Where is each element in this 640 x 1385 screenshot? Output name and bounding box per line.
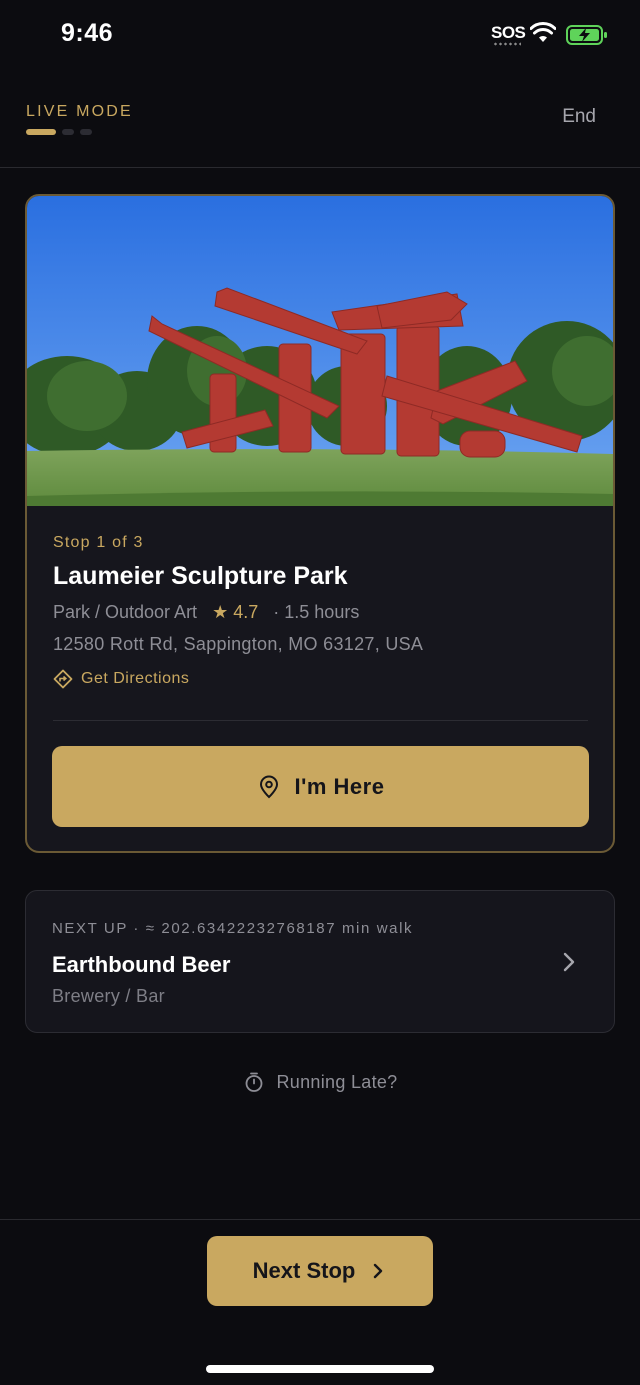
live-mode-screen: 9:46 SOS LIVE MODE End Stop 1 of 3 Laume…	[0, 0, 640, 1385]
stop-rating: 4.7	[233, 602, 259, 622]
get-directions-link[interactable]: Get Directions	[53, 669, 189, 689]
im-here-label: I'm Here	[294, 773, 385, 799]
wifi-icon	[530, 22, 556, 42]
progress-step-1	[26, 129, 56, 135]
signal-dots-icon	[493, 42, 521, 46]
progress-step-2	[62, 129, 74, 135]
current-stop-card: Stop 1 of 3 Laumeier Sculpture Park Park…	[25, 194, 615, 853]
map-pin-icon	[259, 775, 278, 798]
im-here-button[interactable]: I'm Here	[52, 746, 589, 827]
next-up-label: NEXT UP · ≈ 202.63422232768187 min walk	[52, 920, 414, 937]
status-sos: SOS	[491, 23, 526, 42]
stop-name: Laumeier Sculpture Park	[53, 562, 348, 590]
stop-address: 12580 Rott Rd, Sappington, MO 63127, USA	[53, 634, 424, 654]
stopwatch-icon	[245, 1072, 262, 1092]
progress-step-3	[80, 129, 92, 135]
stop-duration: · 1.5 hours	[273, 602, 360, 622]
running-late-link[interactable]: Running Late?	[0, 1071, 640, 1093]
next-up-card[interactable]: NEXT UP · ≈ 202.63422232768187 min walk …	[25, 890, 615, 1033]
home-indicator[interactable]	[206, 1365, 434, 1373]
next-stop-name: Earthbound Beer	[52, 952, 231, 977]
live-mode-label: LIVE MODE	[26, 103, 133, 120]
stop-photo	[27, 196, 613, 506]
directions-icon	[53, 669, 73, 689]
stop-progress-indicator	[26, 129, 92, 135]
stop-meta: Park / Outdoor Art ★ 4.7 · 1.5 hours	[53, 602, 359, 623]
battery-charging-icon	[566, 25, 607, 45]
chevron-right-icon	[374, 1263, 383, 1279]
get-directions-label: Get Directions	[81, 670, 190, 687]
status-bar: 9:46 SOS	[0, 0, 640, 70]
live-mode-header: LIVE MODE End	[0, 70, 640, 168]
card-divider	[53, 720, 588, 721]
stop-category: Park / Outdoor Art	[53, 602, 198, 622]
bottom-action-bar: Next Stop	[0, 1219, 640, 1385]
status-time: 9:46	[61, 19, 114, 47]
next-stop-label: Next Stop	[252, 1258, 356, 1283]
chevron-right-icon	[563, 952, 575, 972]
next-stop-button[interactable]: Next Stop	[207, 1236, 433, 1306]
next-stop-category: Brewery / Bar	[52, 986, 165, 1006]
running-late-label: Running Late?	[276, 1071, 398, 1092]
end-button[interactable]: End	[562, 106, 596, 128]
star-icon: ★	[212, 602, 229, 622]
stop-counter: Stop 1 of 3	[53, 534, 144, 551]
